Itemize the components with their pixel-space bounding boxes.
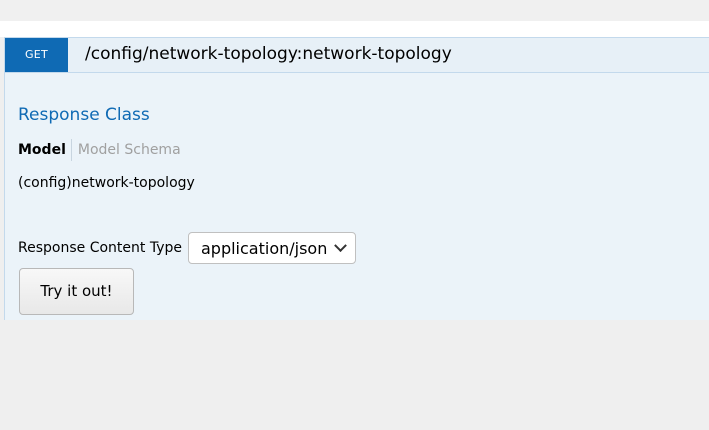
response-class-title: Response Class xyxy=(18,105,150,125)
model-signature: (config)network-topology xyxy=(18,175,195,191)
http-method-badge[interactable]: GET xyxy=(5,38,68,72)
operation-path[interactable]: /config/network-topology:network-topolog… xyxy=(85,38,452,72)
content-type-select[interactable]: application/json xyxy=(187,232,357,264)
content-type-row: Response Content Type application/json xyxy=(18,230,357,266)
content-type-label: Response Content Type xyxy=(18,240,182,256)
white-strip xyxy=(0,21,709,37)
model-tabs: Model Model Schema xyxy=(18,138,181,162)
tab-model-schema[interactable]: Model Schema xyxy=(72,139,181,161)
content-type-selected-value: application/json xyxy=(200,238,328,258)
operation-panel: GET /config/network-topology:network-top… xyxy=(4,37,709,320)
tab-model[interactable]: Model xyxy=(18,139,72,161)
top-band xyxy=(0,0,709,21)
try-it-out-button[interactable]: Try it out! xyxy=(19,268,134,315)
chevron-down-icon xyxy=(334,238,348,252)
operation-heading[interactable]: GET /config/network-topology:network-top… xyxy=(5,38,709,73)
